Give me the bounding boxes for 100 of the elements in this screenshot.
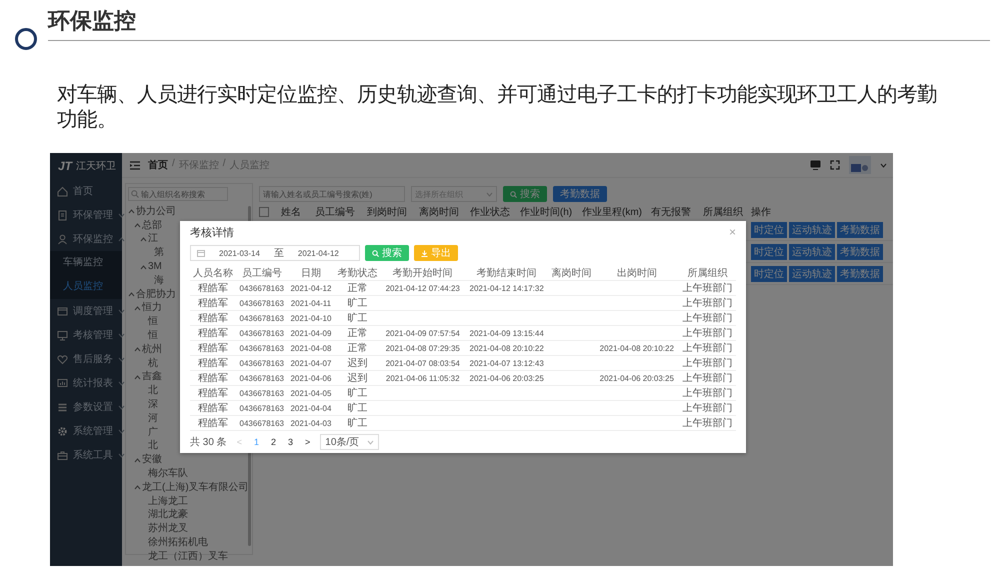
circle-icon — [14, 27, 38, 51]
tree-node[interactable]: 合肥协力 — [136, 288, 176, 301]
data-button[interactable]: 考勤数据 — [553, 186, 607, 202]
table-cell: 0436678163 — [236, 280, 288, 296]
tree-node[interactable]: 北 — [148, 385, 158, 398]
tree-node[interactable]: 恒 — [148, 330, 158, 342]
avatar-icon — [849, 156, 871, 174]
tree-node[interactable]: 总部 — [142, 220, 162, 232]
slide-title: 环保监控 — [48, 7, 137, 35]
app-name: 江天环卫 — [76, 160, 116, 173]
search-button[interactable]: 搜索 — [503, 186, 547, 202]
column-header: 离岗时间 — [548, 265, 595, 280]
sidebar-item[interactable]: 系统工具 — [50, 443, 122, 467]
table-cell: 上午班部门 — [678, 340, 736, 356]
table-cell: 2021-04-03 — [287, 416, 335, 430]
tree-node[interactable]: 龙工（江西）叉车 — [148, 550, 228, 563]
action-button[interactable]: 时定位 — [751, 244, 787, 260]
action-button[interactable]: 运动轨迹 — [789, 244, 835, 260]
tree-node[interactable]: 深 — [148, 399, 158, 412]
sidebar-item[interactable]: 首页 — [50, 179, 122, 203]
tree-node[interactable]: 上海龙工 — [148, 496, 188, 508]
action-button[interactable]: 运动轨迹 — [789, 266, 835, 282]
sidebar-item[interactable]: 统计报表 — [50, 371, 122, 395]
sidebar-item[interactable]: 考核管理 — [50, 323, 122, 347]
sidebar-item[interactable]: 系统管理 — [50, 419, 122, 443]
table-cell: 2021-04-12 — [287, 280, 335, 296]
table-cell: 程皓军 — [190, 386, 236, 400]
sidebar-item[interactable]: 售后服务 — [50, 347, 122, 371]
breadcrumb-separator: / — [222, 158, 226, 171]
search-button[interactable]: 搜索 — [364, 245, 409, 261]
table-cell: 2021-04-11 — [287, 296, 335, 310]
tree-node[interactable]: 杭 — [148, 358, 158, 370]
page-button[interactable]: 3 — [286, 437, 295, 447]
column-header: 考勤状态 — [334, 265, 381, 280]
sidebar-item[interactable]: 人员监控 — [50, 275, 122, 299]
table-cell: 旷工 — [334, 386, 381, 400]
tree-node[interactable]: 北 — [148, 440, 158, 452]
sidebar-item[interactable]: 参数设置 — [50, 395, 122, 419]
sidebar-item[interactable]: 环保监控 — [50, 227, 122, 251]
sidebar-item[interactable]: 调度管理 — [50, 299, 122, 323]
tree-node[interactable]: 海 — [154, 274, 164, 287]
table-cell: 0436678163 — [236, 340, 288, 356]
table-cell: 正常 — [334, 340, 381, 356]
tree-node[interactable]: 3M — [148, 261, 162, 274]
tree-node[interactable]: 吉鑫 — [142, 371, 162, 384]
table-cell: 程皓军 — [190, 296, 236, 310]
table-cell: 程皓军 — [190, 340, 236, 356]
tree-node[interactable]: 徐州拓拓机电 — [148, 537, 208, 550]
column-header: 所属组织 — [678, 265, 736, 280]
action-button[interactable]: 时定位 — [751, 266, 787, 282]
home-icon — [57, 186, 68, 196]
table-cell: 2021-04-12 14:17:32 — [464, 280, 549, 296]
slide-description: 对车辆、人员进行实时定位监控、历史轨迹查询、并可通过电子工卡的打卡功能实现环卫工人的考勤功能。 — [57, 83, 937, 133]
close-button[interactable]: × — [728, 225, 736, 239]
breadcrumb-link[interactable]: 首页 — [148, 158, 168, 172]
column-header: 人员名称 — [190, 265, 236, 280]
date-range-field[interactable]: 2021-03-14 至 2021-04-12 — [190, 245, 360, 261]
tree-node[interactable]: 苏州龙叉 — [148, 523, 188, 536]
sidebar-item[interactable]: 车辆监控 — [50, 251, 122, 275]
action-button[interactable]: 运动轨迹 — [789, 222, 835, 238]
table-cell: 0436678163 — [236, 416, 288, 430]
table-cell: 0436678163 — [236, 356, 288, 370]
column-header: 姓名 — [280, 206, 302, 219]
table-cell: 2021-04-04 — [287, 400, 335, 416]
action-button[interactable]: 考勤数据 — [837, 222, 883, 238]
toolbox-icon — [57, 450, 68, 460]
table-cell: 上午班部门 — [678, 296, 736, 310]
search-field[interactable]: 输入组织名称搜索 — [128, 187, 228, 201]
table-cell: 程皓军 — [190, 416, 236, 430]
export-button[interactable]: 导出 — [414, 245, 458, 261]
tree-node[interactable]: 梅尔车队 — [148, 468, 188, 480]
column-header: 有无报警 — [650, 206, 692, 219]
tree-node[interactable]: 第 — [154, 247, 164, 260]
tree-node[interactable]: 河 — [148, 412, 158, 425]
document-icon — [57, 210, 68, 220]
page-button[interactable]: 1 — [252, 437, 261, 447]
column-header: 所属组织 — [695, 205, 751, 219]
sidebar-item[interactable]: 环保管理 — [50, 203, 122, 227]
search-field[interactable]: 请输入姓名或员工编号搜索(姓) — [259, 186, 405, 202]
next-page-button[interactable]: > — [303, 437, 312, 447]
action-button[interactable]: 时定位 — [751, 222, 787, 238]
range-separator: 至 — [274, 247, 284, 260]
action-button[interactable]: 考勤数据 — [837, 244, 883, 260]
tree-node[interactable]: 协力公司 — [136, 206, 176, 218]
table-cell: 0436678163 — [236, 370, 288, 386]
tree-node[interactable]: 广 — [148, 426, 158, 439]
tree-node[interactable]: 恒力 — [142, 302, 162, 314]
page-size-select[interactable]: 10条/页 — [320, 434, 380, 450]
tree-node[interactable]: 龙工(上海)叉车有限公司 — [142, 482, 249, 494]
column-header: 操作 — [751, 206, 772, 219]
tree-node[interactable]: 杭州 — [142, 344, 162, 356]
caret-icon — [880, 162, 887, 168]
tree-node[interactable]: 湖北龙豪 — [148, 509, 188, 522]
tree-node[interactable]: 江 — [148, 233, 158, 246]
action-button[interactable]: 考勤数据 — [837, 266, 883, 282]
tree-node[interactable]: 安徽 — [142, 454, 162, 466]
tree-node[interactable]: 恒 — [148, 316, 158, 328]
select-all-checkbox[interactable] — [259, 207, 269, 217]
list-icon — [57, 402, 68, 412]
page-button[interactable]: 2 — [268, 437, 278, 447]
